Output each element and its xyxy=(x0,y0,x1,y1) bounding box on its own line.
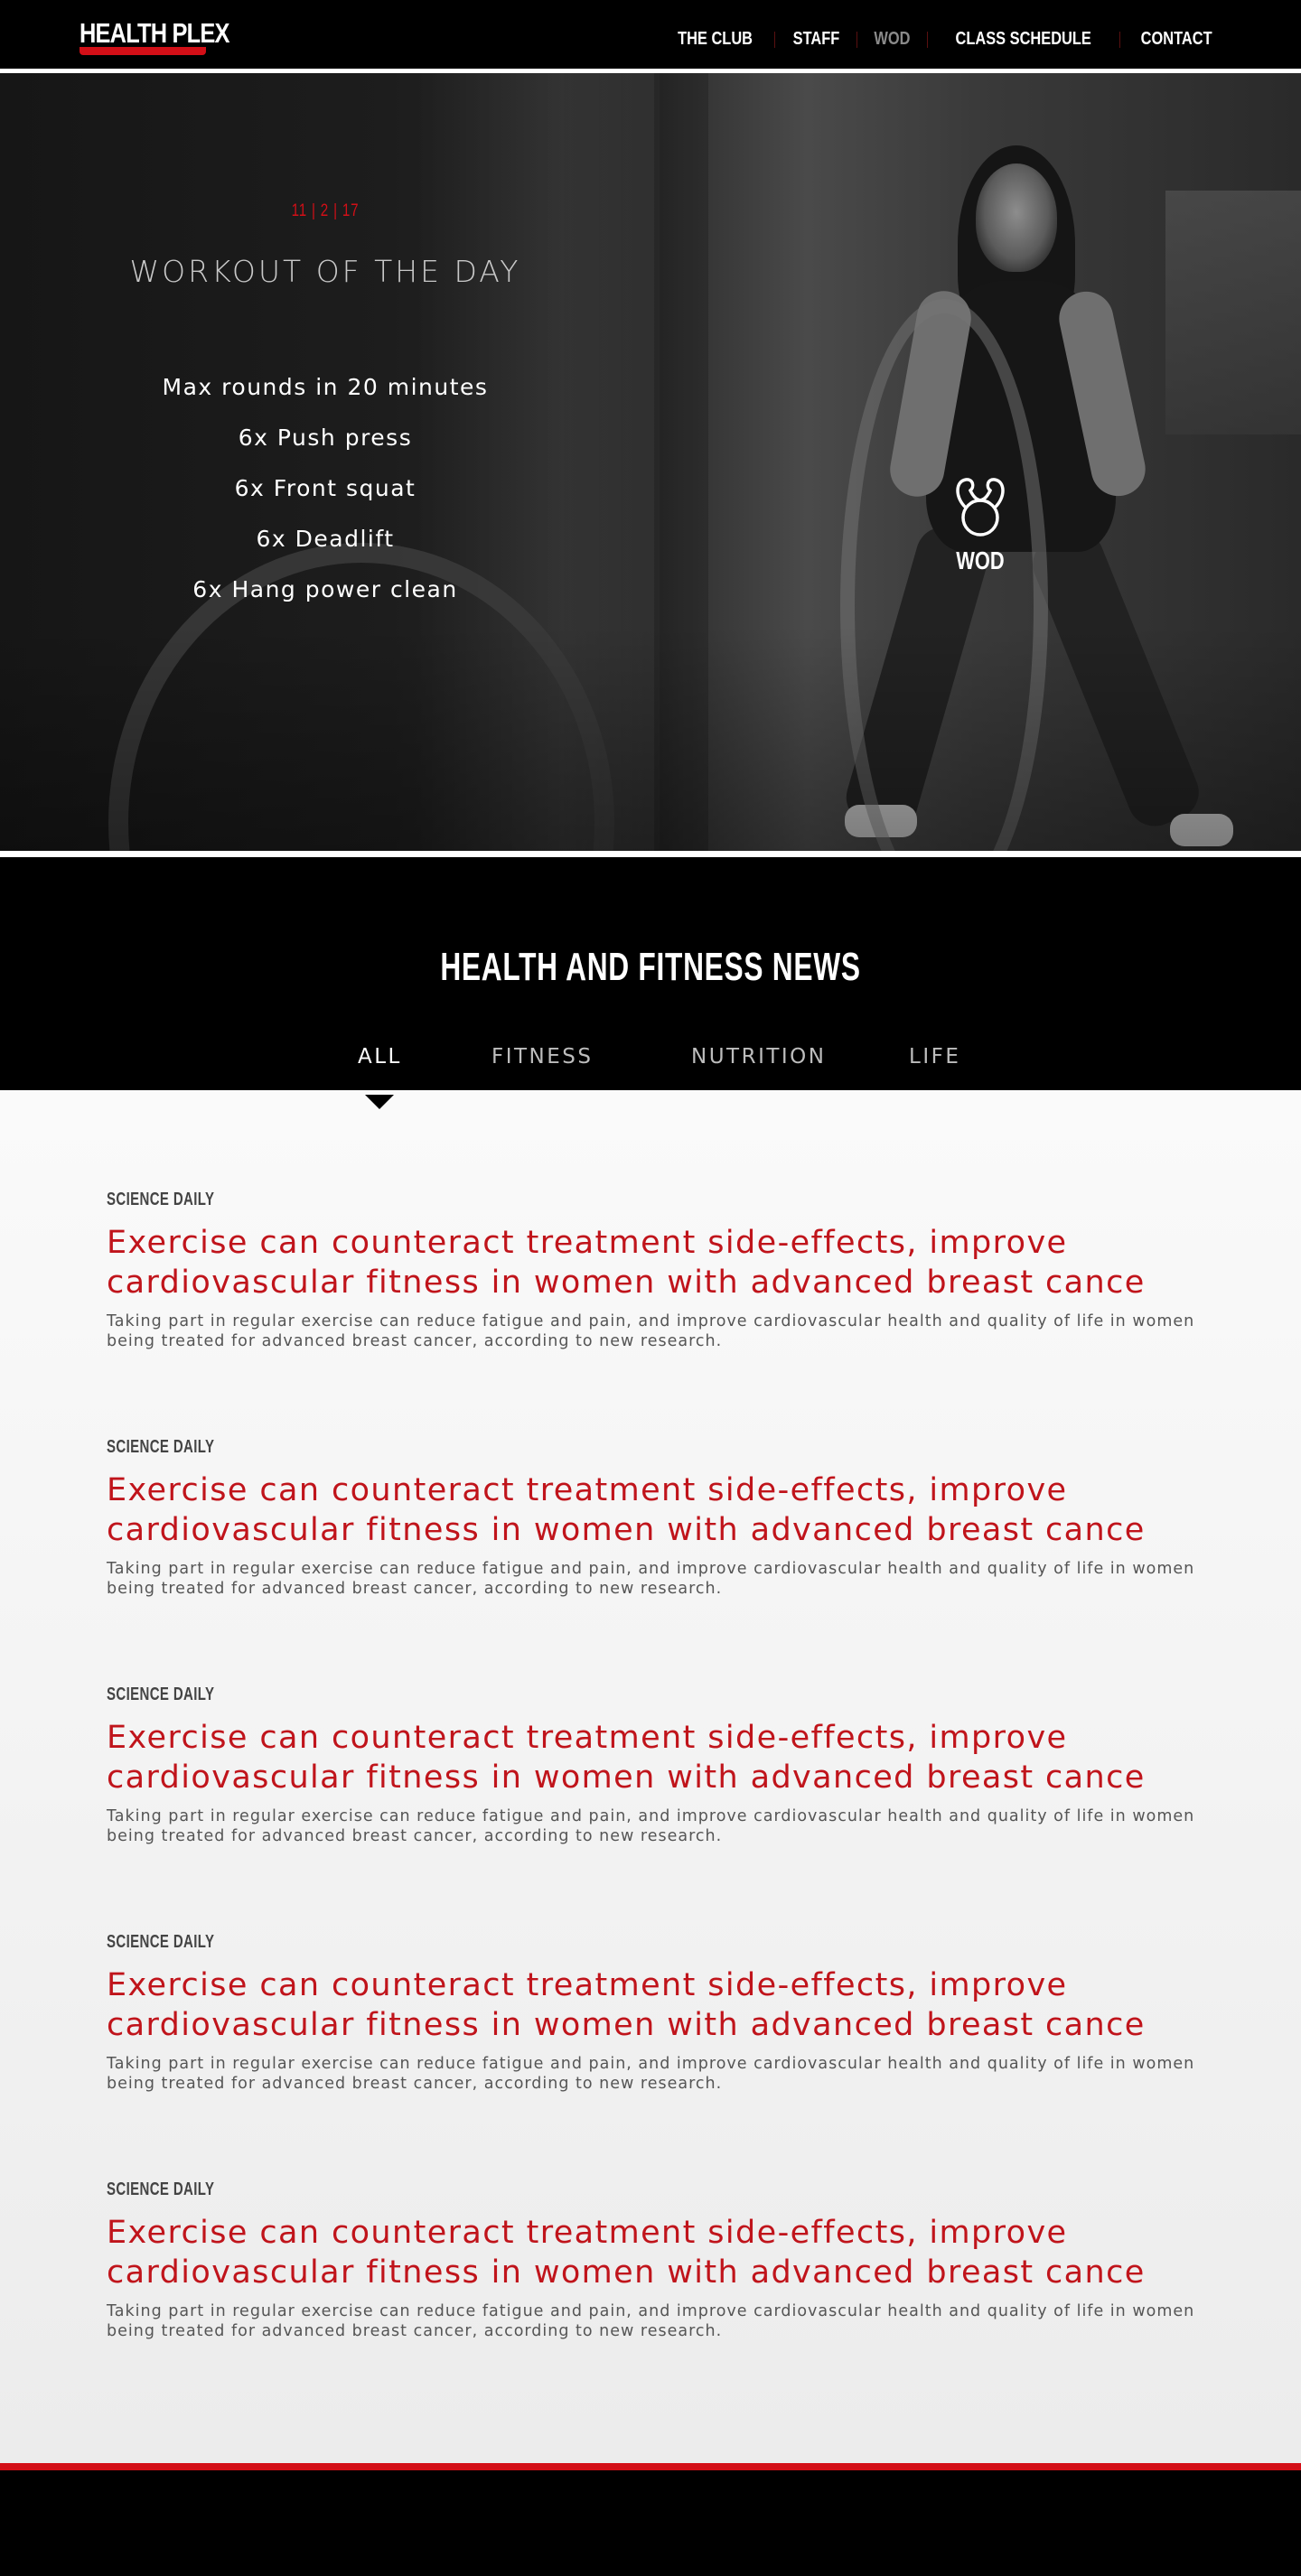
article-excerpt: Taking part in regular exercise can redu… xyxy=(107,1560,1195,1598)
active-tab-indicator xyxy=(365,1095,394,1109)
article-title-line: Exercise can counteract treatment side-e… xyxy=(107,1472,1068,1508)
article-title-link[interactable]: Exercise can counteract treatment side-e… xyxy=(107,1965,1222,2045)
article-source: SCIENCE DAILY xyxy=(107,1685,215,1704)
wod-badge-label: WOD xyxy=(956,546,1005,574)
main-nav: THE CLUB STAFF WOD CLASS SCHEDULE CONTAC… xyxy=(669,29,1220,50)
article-excerpt: Taking part in regular exercise can redu… xyxy=(107,1807,1195,1845)
news-article: SCIENCE DAILY Exercise can counteract tr… xyxy=(107,2179,1220,2427)
article-title-line: Exercise can counteract treatment side-e… xyxy=(107,1967,1068,2003)
article-source: SCIENCE DAILY xyxy=(107,2179,215,2199)
nav-item-wod[interactable]: WOD xyxy=(875,29,911,50)
news-section-title: HEALTH AND FITNESS NEWS xyxy=(440,945,861,989)
wod-exercise: 6x Push press xyxy=(238,425,413,451)
nav-item-the-club[interactable]: THE CLUB xyxy=(679,29,753,50)
article-excerpt: Taking part in regular exercise can redu… xyxy=(107,2055,1195,2093)
tab-all[interactable]: ALL xyxy=(358,1045,402,1069)
wod-exercise: 6x Deadlift xyxy=(256,526,395,552)
site-logo[interactable]: HEALTH PLEX xyxy=(80,18,262,55)
article-source: SCIENCE DAILY xyxy=(107,1932,215,1952)
news-article-list: SCIENCE DAILY Exercise can counteract tr… xyxy=(0,1090,1301,2463)
site-footer xyxy=(0,2470,1301,2576)
news-article: SCIENCE DAILY Exercise can counteract tr… xyxy=(107,1932,1220,2179)
wod-badge: WOD xyxy=(935,471,1025,575)
article-title-line: cardiovascular fitness in women with adv… xyxy=(107,2007,1146,2043)
nav-item-staff[interactable]: STAFF xyxy=(792,29,839,50)
footer-accent-bar xyxy=(0,2463,1301,2470)
news-article: SCIENCE DAILY Exercise can counteract tr… xyxy=(107,1685,1220,1932)
article-title-link[interactable]: Exercise can counteract treatment side-e… xyxy=(107,1223,1222,1302)
nav-divider xyxy=(1118,31,1120,48)
article-excerpt: Taking part in regular exercise can redu… xyxy=(107,1312,1195,1350)
nav-divider xyxy=(856,31,858,48)
wod-title: WORKOUT OF THE DAY xyxy=(129,254,521,289)
tab-nutrition[interactable]: NUTRITION xyxy=(691,1045,827,1069)
article-title-line: Exercise can counteract treatment side-e… xyxy=(107,1720,1068,1756)
article-title-line: Exercise can counteract treatment side-e… xyxy=(107,2215,1068,2251)
article-title-line: Exercise can counteract treatment side-e… xyxy=(107,1225,1068,1261)
nav-divider xyxy=(773,31,775,48)
site-header: HEALTH PLEX THE CLUB STAFF WOD CLASS SCH… xyxy=(0,0,1301,69)
article-title-link[interactable]: Exercise can counteract treatment side-e… xyxy=(107,1470,1222,1550)
article-source: SCIENCE DAILY xyxy=(107,1437,215,1457)
wod-exercise: 6x Hang power clean xyxy=(192,576,458,602)
wod-exercise-list: Max rounds in 20 minutes 6x Push press 6… xyxy=(0,362,650,615)
news-tabs: ALL FITNESS NUTRITION LIFE xyxy=(0,1045,1301,1090)
article-excerpt: Taking part in regular exercise can redu… xyxy=(107,2302,1195,2340)
tab-life[interactable]: LIFE xyxy=(909,1045,960,1069)
logo-text: HEALTH PLEX xyxy=(80,17,229,49)
nav-item-class-schedule[interactable]: CLASS SCHEDULE xyxy=(956,29,1091,50)
nav-item-contact[interactable]: CONTACT xyxy=(1140,29,1212,50)
tab-fitness[interactable]: FITNESS xyxy=(491,1045,594,1069)
article-title-link[interactable]: Exercise can counteract treatment side-e… xyxy=(107,1718,1222,1797)
hero-floor-shade xyxy=(0,625,1301,851)
article-title-line: cardiovascular fitness in women with adv… xyxy=(107,1265,1146,1301)
kettlebell-icon xyxy=(956,478,1005,537)
nav-divider xyxy=(927,31,929,48)
article-title-link[interactable]: Exercise can counteract treatment side-e… xyxy=(107,2213,1222,2292)
news-article: SCIENCE DAILY Exercise can counteract tr… xyxy=(107,1437,1220,1685)
wod-hero: 11 | 2 | 17 WORKOUT OF THE DAY Max round… xyxy=(0,73,1301,851)
wod-exercise: Max rounds in 20 minutes xyxy=(162,374,489,400)
article-title-line: cardiovascular fitness in women with adv… xyxy=(107,2254,1146,2291)
news-header: HEALTH AND FITNESS NEWS ALL FITNESS NUTR… xyxy=(0,857,1301,1090)
article-title-line: cardiovascular fitness in women with adv… xyxy=(107,1512,1146,1548)
news-article: SCIENCE DAILY Exercise can counteract tr… xyxy=(107,1190,1220,1437)
wod-date: 11 | 2 | 17 xyxy=(291,201,360,220)
article-title-line: cardiovascular fitness in women with adv… xyxy=(107,1759,1146,1796)
article-source: SCIENCE DAILY xyxy=(107,1190,215,1209)
wod-exercise: 6x Front squat xyxy=(234,475,417,501)
hero-divider xyxy=(0,851,1301,857)
